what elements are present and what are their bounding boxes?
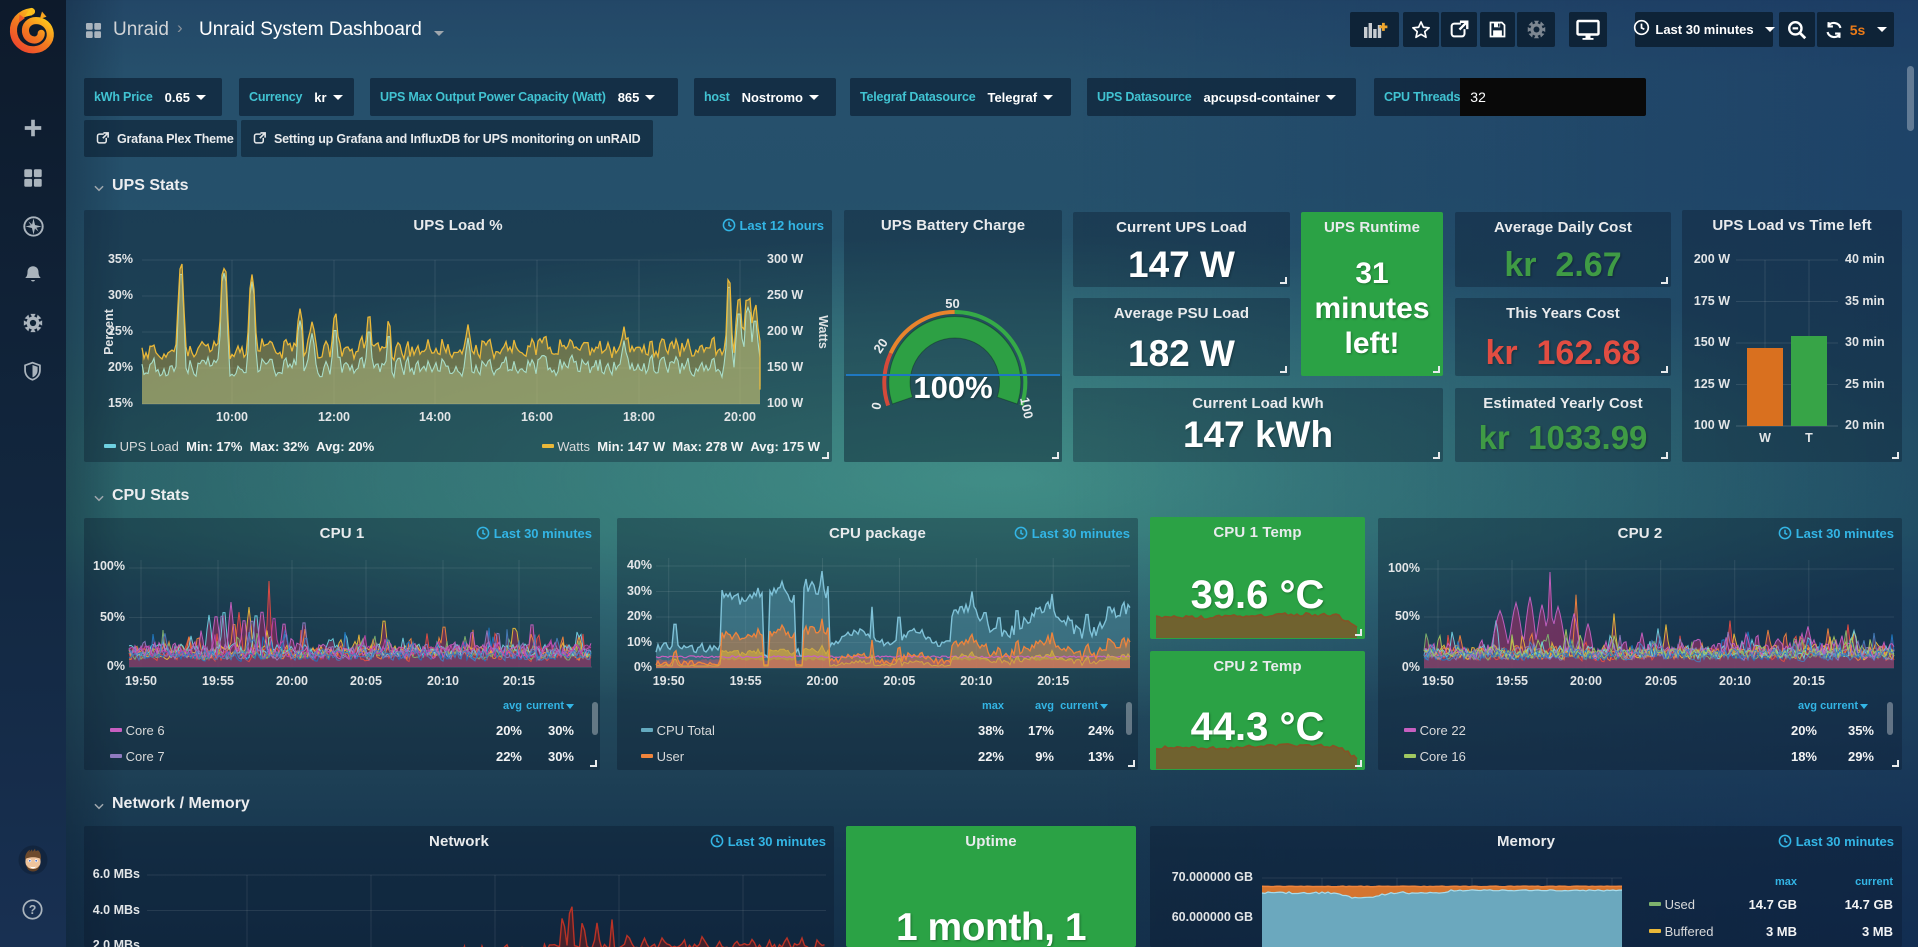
svg-text:?: ? <box>29 903 37 917</box>
svg-text:20: 20 <box>870 336 891 356</box>
svg-text:50: 50 <box>945 296 959 311</box>
